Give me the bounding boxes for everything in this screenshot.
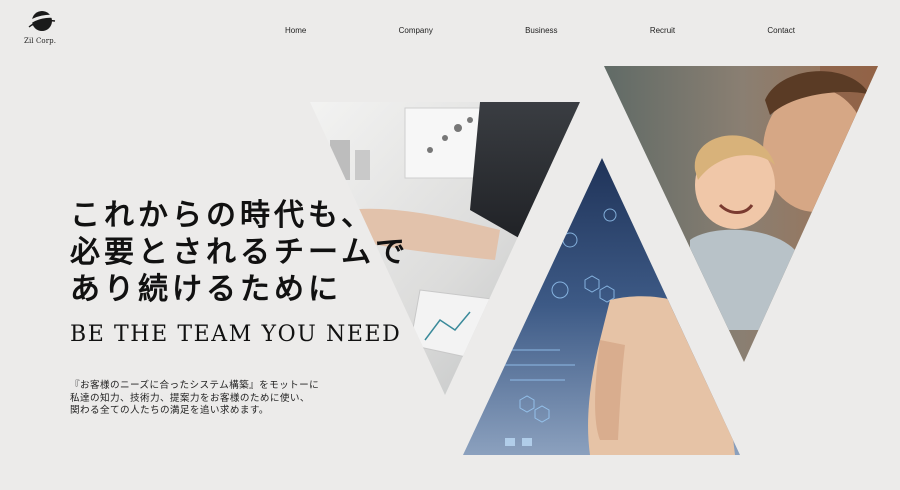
hero-tagline: BE THE TEAM YOU NEED (70, 322, 402, 347)
description-line-3: 関わる全ての人たちの満足を追い求めます。 (70, 405, 269, 416)
description-line-2: 私達の知力、技術力、提案力をお客様のために使い、 (70, 392, 310, 404)
hero-description: 『お客様のニーズに合ったシステム構築』をモットーに 私達の知力、技術力、提案力を… (70, 380, 319, 418)
hero-headline: これからの時代も、 必要とされるチームで あり続けるために (70, 197, 409, 308)
headline-line-3: あり続けるために (70, 272, 342, 307)
description-line-1: 『お客様のニーズに合ったシステム構築』をモットーに (70, 380, 320, 391)
headline-line-2: 必要とされるチームで (70, 235, 410, 270)
headline-line-1: これからの時代も、 (70, 198, 376, 233)
